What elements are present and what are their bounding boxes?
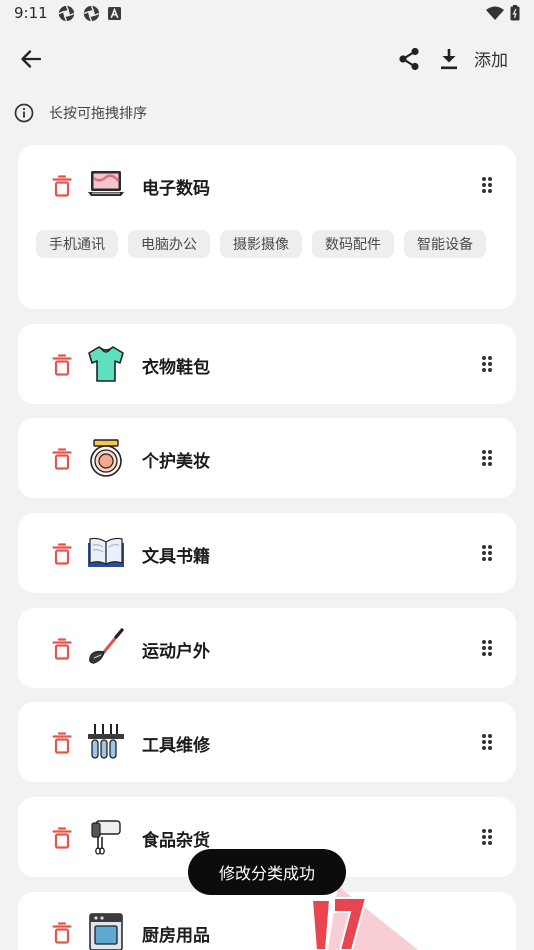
open-book-icon — [88, 537, 124, 567]
hand-mixer-icon — [91, 820, 121, 855]
subcategory-chips: 手机通讯 电脑办公 摄影摄像 数码配件 智能设备 — [36, 230, 506, 258]
drag-handle-icon[interactable] — [480, 355, 494, 373]
category-card[interactable]: 工具维修 — [18, 702, 516, 782]
trash-icon[interactable] — [52, 638, 72, 660]
compact-mirror-icon — [90, 439, 122, 477]
category-row: 厨房用品 — [18, 892, 516, 950]
drag-handle-icon[interactable] — [480, 733, 494, 751]
category-name: 衣物鞋包 — [142, 358, 210, 378]
decorative-badge-graphic — [310, 886, 418, 950]
subcategory-chip[interactable]: 手机通讯 — [36, 230, 118, 258]
app-bar: 添加 — [0, 32, 534, 86]
category-row: 电子数码 — [18, 145, 516, 225]
trash-icon[interactable] — [52, 354, 72, 376]
category-card[interactable]: 厨房用品 — [18, 892, 516, 950]
category-name: 工具维修 — [142, 736, 210, 756]
category-row: 衣物鞋包 — [18, 324, 516, 404]
category-row: 文具书籍 — [18, 513, 516, 593]
status-icons-right — [486, 5, 520, 21]
category-name: 电子数码 — [142, 179, 210, 199]
category-row: 个护美妆 — [18, 418, 516, 498]
hint-text: 长按可拖拽排序 — [49, 106, 147, 122]
category-card[interactable]: 个护美妆 — [18, 418, 516, 498]
subcategory-chip[interactable]: 数码配件 — [312, 230, 394, 258]
status-time: 9:11 — [14, 4, 48, 22]
aperture-icon — [58, 5, 75, 22]
category-manager-screen: 9:11 添加 长按可拖拽排序 电子数码 手机通讯 电脑办公 摄影摄像 数码配件… — [0, 0, 534, 950]
oven-icon — [89, 913, 123, 950]
share-icon — [399, 47, 419, 71]
category-card[interactable]: 衣物鞋包 — [18, 324, 516, 404]
category-name: 运动户外 — [142, 642, 210, 662]
category-name: 文具书籍 — [142, 547, 210, 567]
category-row: 运动户外 — [18, 608, 516, 688]
info-icon — [14, 103, 34, 123]
hint-row: 长按可拖拽排序 — [14, 103, 147, 123]
trash-icon[interactable] — [52, 732, 72, 754]
share-button[interactable] — [394, 43, 424, 75]
drag-handle-icon[interactable] — [480, 449, 494, 467]
drag-handle-icon[interactable] — [480, 544, 494, 562]
battery-icon — [510, 5, 520, 21]
trash-icon[interactable] — [52, 175, 72, 197]
drag-handle-icon[interactable] — [480, 828, 494, 846]
download-button[interactable] — [434, 43, 464, 75]
tshirt-icon — [88, 346, 124, 382]
subcategory-chip[interactable]: 智能设备 — [404, 230, 486, 258]
tool-rack-icon — [88, 724, 124, 759]
drag-handle-icon[interactable] — [480, 639, 494, 657]
a-badge-icon — [108, 7, 121, 20]
category-name: 食品杂货 — [142, 831, 210, 851]
laptop-icon — [88, 171, 124, 196]
category-name: 厨房用品 — [142, 926, 210, 946]
drag-handle-icon[interactable] — [480, 176, 494, 194]
subcategory-chip[interactable]: 电脑办公 — [128, 230, 210, 258]
trash-icon[interactable] — [52, 922, 72, 944]
arrow-left-icon — [21, 50, 41, 68]
status-icons-left — [58, 5, 121, 22]
trash-icon[interactable] — [52, 543, 72, 565]
status-bar: 9:11 — [0, 0, 534, 28]
category-card[interactable]: 运动户外 — [18, 608, 516, 688]
trash-icon[interactable] — [52, 448, 72, 470]
wifi-icon — [486, 6, 504, 20]
toast-message: 修改分类成功 — [188, 849, 346, 895]
category-card[interactable]: 电子数码 手机通讯 电脑办公 摄影摄像 数码配件 智能设备 — [18, 145, 516, 309]
trash-icon[interactable] — [52, 827, 72, 849]
category-card[interactable]: 文具书籍 — [18, 513, 516, 593]
category-name: 个护美妆 — [142, 452, 210, 472]
aperture-icon — [83, 5, 100, 22]
add-button[interactable]: 添加 — [474, 46, 508, 71]
racket-icon — [89, 628, 124, 664]
download-icon — [441, 49, 457, 70]
back-button[interactable] — [14, 43, 48, 75]
subcategory-chip[interactable]: 摄影摄像 — [220, 230, 302, 258]
category-row: 工具维修 — [18, 702, 516, 782]
